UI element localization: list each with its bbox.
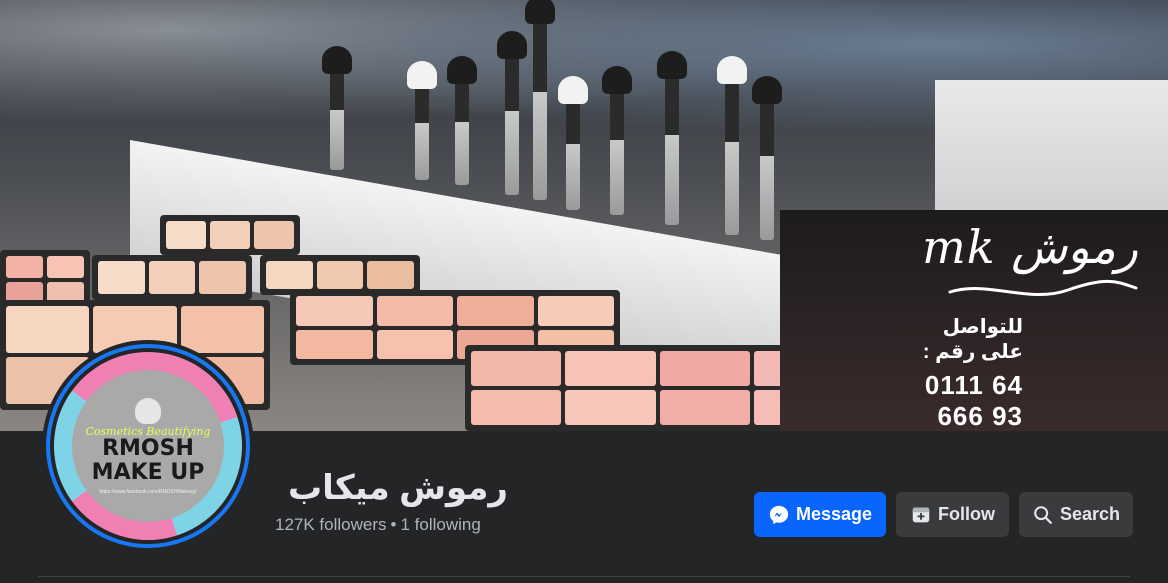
brand-wave-decoration <box>948 279 1138 297</box>
contact-label: للتواصل على رقم : <box>922 316 1023 363</box>
avatar-script-text: Cosmetics Beautifying <box>85 424 211 438</box>
search-icon <box>1034 505 1052 524</box>
eyeshadow-palette <box>260 255 420 295</box>
search-button[interactable]: Search <box>1019 492 1133 537</box>
makeup-brush <box>717 56 747 235</box>
makeup-brush <box>602 66 632 215</box>
message-button-label: Message <box>795 504 873 524</box>
follow-add-icon <box>912 507 930 522</box>
follow-button-label: Follow <box>938 504 995 524</box>
makeup-brush <box>497 31 527 195</box>
following-count[interactable]: 1 following <box>400 515 480 534</box>
avatar-name-line1: RMOSH <box>102 435 194 461</box>
makeup-brush <box>657 51 687 225</box>
eyeshadow-palette <box>160 215 300 255</box>
avatar-name-line2: MAKE UP <box>91 459 205 485</box>
page-title[interactable]: رموش ميكاب <box>288 468 508 508</box>
makeup-brush <box>407 61 437 180</box>
header-divider <box>38 576 1130 577</box>
eyeshadow-palette <box>92 255 252 300</box>
avatar-url-text: https://www.facebook.com/RMOSHMakeup/ <box>99 488 197 495</box>
makeup-brush <box>447 56 477 185</box>
contact-phone: 0111 64 666 93 <box>924 370 1023 431</box>
page-stats: 127K followers • 1 following <box>275 515 481 535</box>
makeup-brush <box>752 76 782 240</box>
makeup-brush <box>525 0 555 200</box>
makeup-brush <box>322 46 352 170</box>
message-button[interactable]: Message <box>754 492 886 537</box>
followers-count[interactable]: 127K followers <box>275 515 387 534</box>
page-name-container: رموش ميكاب <box>288 468 508 508</box>
profile-avatar[interactable]: Cosmetics Beautifying RMOSH MAKE UP http… <box>42 340 254 552</box>
messenger-icon <box>769 505 789 524</box>
makeup-brush <box>558 76 588 210</box>
avatar-image: Cosmetics Beautifying RMOSH MAKE UP http… <box>54 352 242 540</box>
woman-silhouette-icon <box>135 397 161 424</box>
stats-separator: • <box>390 515 397 534</box>
search-button-label: Search <box>1059 504 1121 524</box>
avatar-logo: Cosmetics Beautifying RMOSH MAKE UP http… <box>72 370 224 522</box>
cover-brand-overlay: mk رموش للتواصل على رقم : 0111 64 666 93 <box>918 222 1138 431</box>
follow-button[interactable]: Follow <box>896 492 1009 537</box>
brand-logo-text: mk رموش <box>922 220 1138 274</box>
avatar-story-ring: Cosmetics Beautifying RMOSH MAKE UP http… <box>46 344 250 548</box>
